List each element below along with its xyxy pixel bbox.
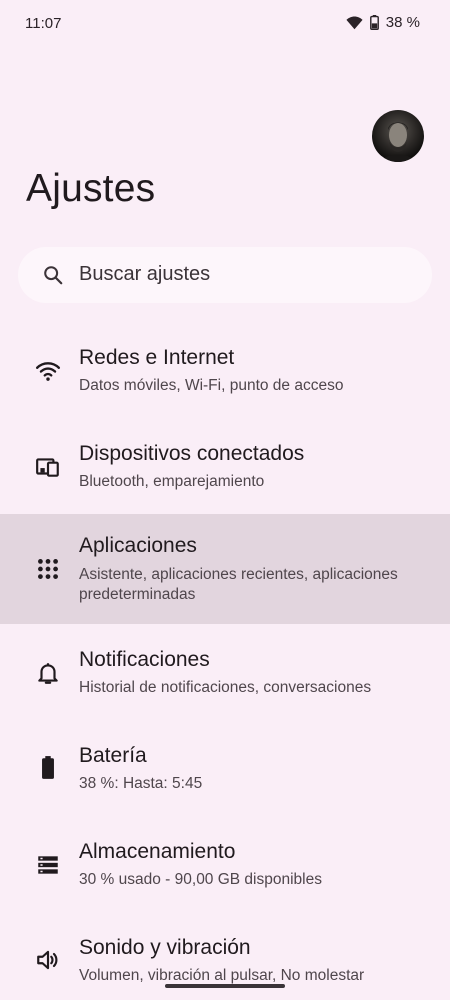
settings-item-apps[interactable]: Aplicaciones Asistente, aplicaciones rec…: [0, 514, 450, 624]
item-title: Almacenamiento: [79, 840, 236, 863]
settings-item-connected-devices[interactable]: Dispositivos conectados Bluetooth, empar…: [0, 426, 450, 514]
wifi-signal-icon: [346, 15, 363, 29]
settings-item-network[interactable]: Redes e Internet Datos móviles, Wi-Fi, p…: [0, 330, 450, 426]
search-label: Buscar ajustes: [79, 263, 211, 285]
apps-grid-icon: [38, 559, 58, 579]
item-title: Dispositivos conectados: [79, 442, 305, 465]
item-title: Redes e Internet: [79, 346, 235, 369]
item-subtitle: 38 %: Hasta: 5:45: [79, 775, 203, 792]
home-indicator[interactable]: [165, 984, 285, 988]
devices-icon: [36, 458, 59, 477]
settings-item-storage[interactable]: Almacenamiento 30 % usado - 90,00 GB dis…: [0, 816, 450, 912]
settings-item-battery[interactable]: Batería 38 %: Hasta: 5:45: [0, 720, 450, 816]
page-title: Ajustes: [26, 167, 156, 210]
status-icons: 38 %: [346, 14, 420, 31]
item-subtitle: Volumen, vibración al pulsar, No molesta…: [79, 967, 365, 984]
volume-icon: [37, 950, 58, 970]
battery-icon: [42, 756, 54, 779]
item-subtitle: Bluetooth, emparejamiento: [79, 473, 265, 490]
item-subtitle: Datos móviles, Wi-Fi, punto de acceso: [79, 377, 344, 394]
item-subtitle: Historial de notificaciones, conversacio…: [79, 679, 372, 696]
battery-status-icon: [369, 15, 379, 30]
item-title: Notificaciones: [79, 648, 210, 671]
status-bar: 11:07 38 %: [0, 0, 450, 48]
search-bar[interactable]: Buscar ajustes: [18, 247, 432, 303]
account-avatar[interactable]: [372, 110, 424, 162]
item-title: Aplicaciones: [79, 534, 197, 557]
battery-percent: 38 %: [385, 14, 420, 31]
status-time: 11:07: [25, 15, 62, 32]
storage-icon: [38, 856, 58, 874]
settings-item-notifications[interactable]: Notificaciones Historial de notificacion…: [0, 624, 450, 720]
search-icon: [44, 266, 63, 285]
item-title: Batería: [79, 744, 147, 767]
bell-icon: [38, 663, 58, 684]
wifi-icon: [35, 362, 61, 381]
item-subtitle: Asistente, aplicaciones recientes, aplic…: [79, 566, 398, 603]
item-subtitle: 30 % usado - 90,00 GB disponibles: [79, 871, 322, 888]
item-title: Sonido y vibración: [79, 936, 251, 959]
avatar-face-icon: [382, 122, 414, 162]
